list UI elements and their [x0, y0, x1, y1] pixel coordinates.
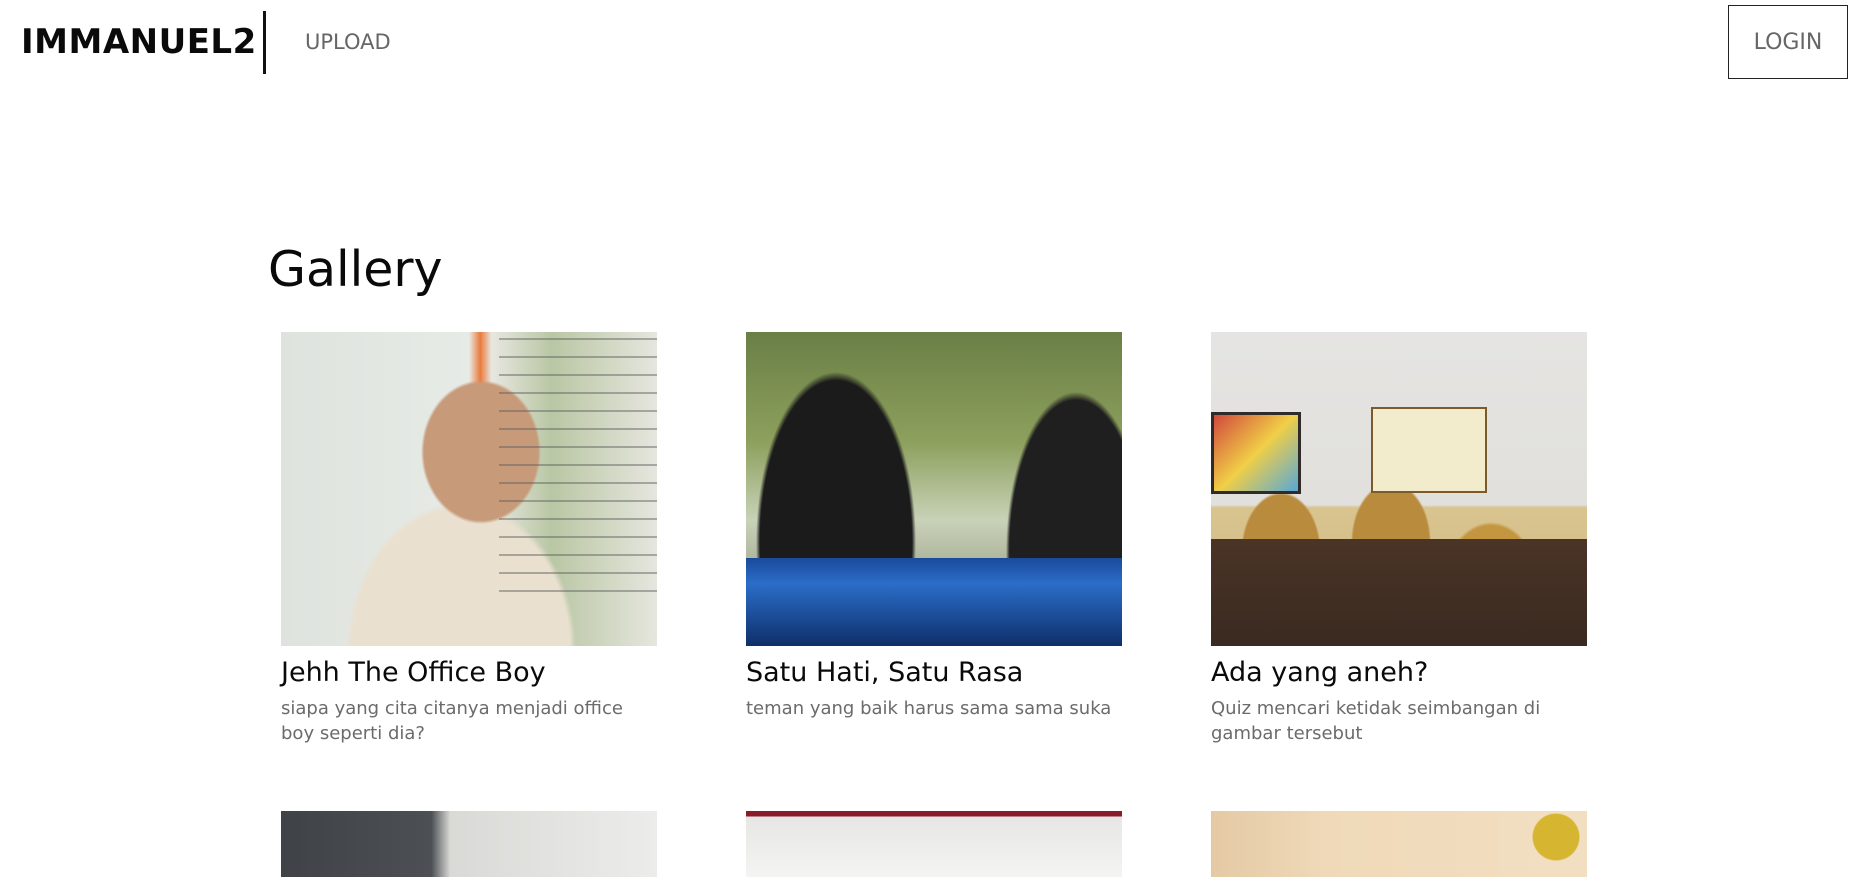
gallery-photo[interactable]	[281, 332, 657, 646]
gallery-card[interactable]: Jehh The Office Boy siapa yang cita cita…	[281, 332, 657, 746]
gallery-card-title: Ada yang aneh?	[1211, 657, 1429, 688]
gallery-card[interactable]: Satu Hati, Satu Rasa teman yang baik har…	[746, 332, 1122, 721]
gallery-card[interactable]: Ada yang aneh? Quiz mencari ketidak seim…	[1211, 332, 1587, 746]
login-button[interactable]: LOGIN	[1728, 5, 1848, 79]
gallery-card[interactable]	[1211, 811, 1587, 877]
gallery-card-title: Satu Hati, Satu Rasa	[746, 657, 1024, 688]
gallery-photo[interactable]	[746, 332, 1122, 646]
nav-upload-link[interactable]: UPLOAD	[305, 28, 391, 56]
gallery-photo[interactable]	[746, 811, 1122, 877]
top-navbar: IMMANUEL2 UPLOAD LOGIN	[0, 0, 1867, 84]
gallery-card[interactable]	[746, 811, 1122, 877]
gallery-card-description: siapa yang cita citanya menjadi office b…	[281, 698, 623, 744]
gallery-photo[interactable]	[281, 811, 657, 877]
brand-divider	[263, 11, 266, 74]
gallery-card[interactable]	[281, 811, 657, 877]
brand-logo[interactable]: IMMANUEL2	[21, 22, 257, 62]
gallery-card-description: teman yang baik harus sama sama suka	[746, 698, 1112, 719]
gallery-card-description: Quiz mencari ketidak seimbangan di gamba…	[1211, 698, 1541, 744]
page-title: Gallery	[268, 241, 443, 298]
gallery-photo[interactable]	[1211, 332, 1587, 646]
gallery-photo[interactable]	[1211, 811, 1587, 877]
gallery-card-title: Jehh The Office Boy	[281, 657, 546, 688]
